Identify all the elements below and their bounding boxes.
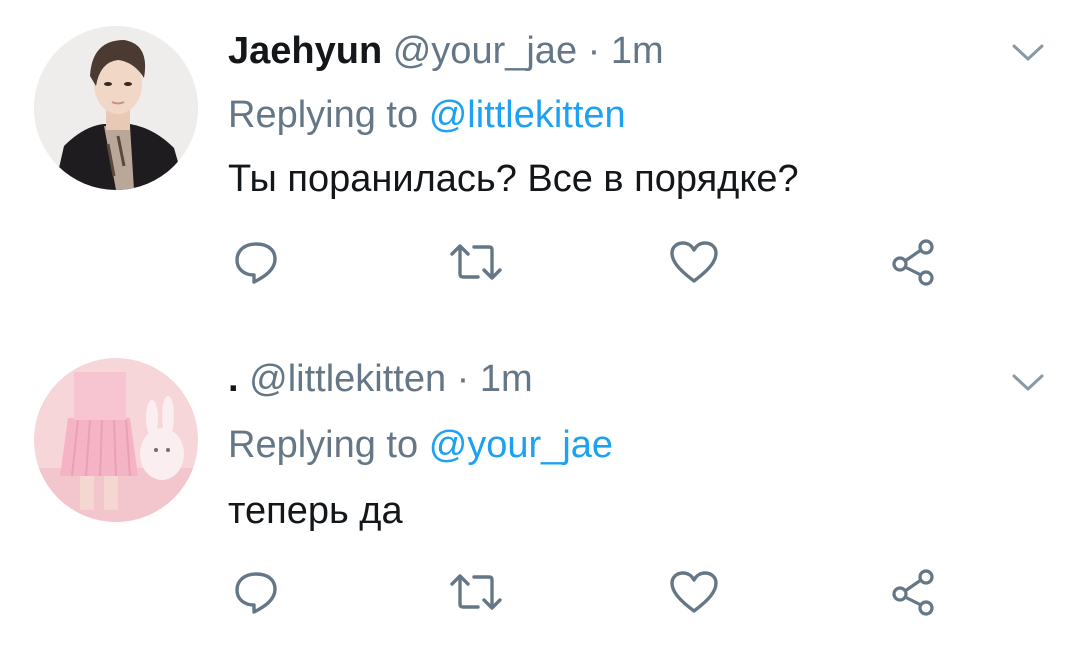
separator-dot: · <box>456 358 470 400</box>
separator-dot: · <box>587 30 601 72</box>
tweet-text: теперь да <box>228 490 403 532</box>
share-button[interactable] <box>884 236 944 288</box>
like-button[interactable] <box>664 566 724 618</box>
reply-button[interactable] <box>226 236 286 288</box>
reply-icon <box>235 242 277 284</box>
timestamp[interactable]: 1m <box>480 358 533 400</box>
replying-prefix: Replying to <box>228 424 419 466</box>
chevron-down-icon[interactable] <box>1010 40 1046 64</box>
retweet-button[interactable] <box>446 566 506 618</box>
replying-prefix: Replying to <box>228 94 419 136</box>
like-button[interactable] <box>664 236 724 288</box>
share-icon <box>892 239 934 286</box>
retweet-icon <box>450 244 502 280</box>
tweet-header: Jaehyun @your_jae · 1m <box>228 26 664 76</box>
share-icon <box>892 569 934 616</box>
display-name[interactable]: . <box>228 358 239 400</box>
timestamp[interactable]: 1m <box>611 30 664 72</box>
display-name[interactable]: Jaehyun <box>228 30 382 72</box>
user-handle[interactable]: @your_jae <box>393 30 577 72</box>
avatar[interactable] <box>34 358 198 522</box>
tweet-text: Ты поранилась? Все в порядке? <box>228 158 799 200</box>
user-handle[interactable]: @littlekitten <box>249 358 446 400</box>
tweet[interactable]: . @littlekitten · 1m Replying to @your_j… <box>0 354 1080 644</box>
replying-to-line: Replying to @littlekitten <box>228 90 626 140</box>
replying-to-handle[interactable]: @your_jae <box>429 424 613 466</box>
avatar[interactable] <box>34 26 198 190</box>
replying-to-line: Replying to @your_jae <box>228 420 613 470</box>
retweet-button[interactable] <box>446 236 506 288</box>
tweet-header: . @littlekitten · 1m <box>228 354 533 404</box>
like-icon <box>670 571 718 613</box>
chevron-down-icon[interactable] <box>1010 370 1046 394</box>
reply-button[interactable] <box>226 566 286 618</box>
retweet-icon <box>450 574 502 610</box>
tweet[interactable]: Jaehyun @your_jae · 1m Replying to @litt… <box>0 26 1080 316</box>
reply-icon <box>235 572 277 614</box>
replying-to-handle[interactable]: @littlekitten <box>429 94 626 136</box>
share-button[interactable] <box>884 566 944 618</box>
like-icon <box>670 241 718 283</box>
